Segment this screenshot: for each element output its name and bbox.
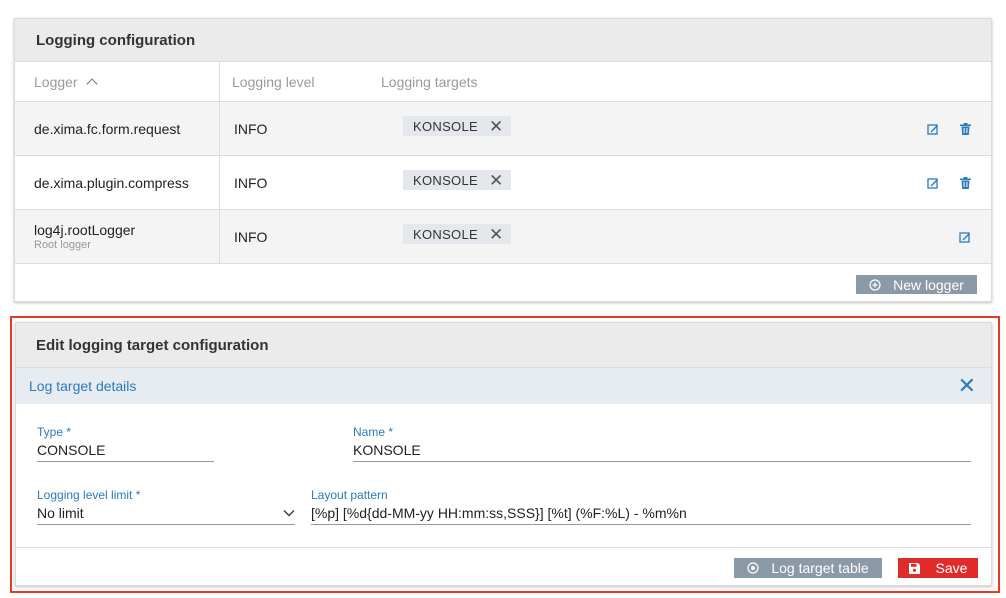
targets-cell: KONSOLE ✕ xyxy=(391,210,911,263)
table-row[interactable]: de.xima.fc.form.request INFO KONSOLE ✕ xyxy=(15,102,991,156)
edit-logging-target-panel: Edit logging target configuration Log ta… xyxy=(15,322,992,586)
footer-divider xyxy=(16,547,991,548)
layout-pattern-field[interactable]: Layout pattern [%p] [%d{dd-MM-yy HH:mm:s… xyxy=(311,488,971,525)
targets-cell: KONSOLE ✕ xyxy=(391,156,911,209)
circle-dot-icon xyxy=(747,562,759,574)
logger-cell: de.xima.fc.form.request xyxy=(15,102,220,155)
column-header-level[interactable]: Logging level xyxy=(220,62,381,101)
edit-icon[interactable] xyxy=(924,174,942,192)
logger-name: de.xima.fc.form.request xyxy=(34,120,181,137)
column-header-targets[interactable]: Logging targets xyxy=(381,62,991,101)
level-limit-select[interactable]: No limit xyxy=(37,505,295,525)
remove-chip-icon[interactable]: ✕ xyxy=(489,172,504,189)
remove-chip-icon[interactable]: ✕ xyxy=(489,118,504,135)
logger-cell: log4j.rootLogger Root logger xyxy=(15,210,220,263)
level-limit-field[interactable]: Logging level limit * No limit xyxy=(37,488,295,525)
panel-header: Logging configuration xyxy=(15,19,991,62)
logger-name: de.xima.plugin.compress xyxy=(34,174,189,191)
logger-table: Logger Logging level Logging targets de.… xyxy=(15,62,991,264)
chevron-down-icon xyxy=(283,509,295,517)
log-target-table-button[interactable]: Log target table xyxy=(734,558,882,578)
type-field[interactable]: Type * CONSOLE xyxy=(37,425,214,462)
save-button[interactable]: Save xyxy=(898,558,978,578)
edit-icon[interactable] xyxy=(956,228,974,246)
panel-title: Logging configuration xyxy=(36,31,196,49)
type-label: Type * xyxy=(37,425,72,439)
logger-cell: de.xima.plugin.compress xyxy=(15,156,220,209)
name-field[interactable]: Name * KONSOLE xyxy=(353,425,971,462)
layout-pattern-input[interactable]: [%p] [%d{dd-MM-yy HH:mm:ss,SSS}] [%t] (%… xyxy=(311,505,971,525)
level-cell: INFO xyxy=(234,120,268,137)
level-limit-label: Logging level limit * xyxy=(37,488,141,502)
close-icon[interactable]: ✕ xyxy=(958,375,976,397)
table-header: Logger Logging level Logging targets xyxy=(15,62,991,102)
row-actions xyxy=(911,102,991,155)
log-target-details-header: Log target details ✕ xyxy=(16,368,991,404)
logging-configuration-panel: Logging configuration Logger Logging lev… xyxy=(14,18,992,302)
new-logger-button[interactable]: New logger xyxy=(856,275,977,294)
targets-cell: KONSOLE ✕ xyxy=(391,102,911,155)
logger-subtitle: Root logger xyxy=(34,239,91,251)
target-chip: KONSOLE ✕ xyxy=(403,224,511,244)
layout-pattern-label: Layout pattern xyxy=(311,488,388,502)
type-input[interactable]: CONSOLE xyxy=(37,442,214,462)
row-actions xyxy=(911,210,991,263)
edit-icon[interactable] xyxy=(924,120,942,138)
name-label: Name * xyxy=(353,425,394,439)
plus-circle-icon xyxy=(869,278,881,291)
panel-title: Edit logging target configuration xyxy=(36,336,269,354)
remove-chip-icon[interactable]: ✕ xyxy=(489,226,504,243)
row-actions xyxy=(911,156,991,209)
delete-icon[interactable] xyxy=(956,174,974,192)
delete-icon[interactable] xyxy=(956,120,974,138)
floppy-disk-icon xyxy=(908,562,920,574)
target-chip: KONSOLE ✕ xyxy=(403,116,511,136)
column-header-logger[interactable]: Logger xyxy=(15,62,220,101)
chevron-up-icon xyxy=(85,77,98,90)
logger-name: log4j.rootLogger xyxy=(34,222,136,238)
target-chip: KONSOLE ✕ xyxy=(403,170,511,190)
level-cell: INFO xyxy=(234,228,268,245)
level-cell: INFO xyxy=(234,174,268,191)
table-row[interactable]: de.xima.plugin.compress INFO KONSOLE ✕ xyxy=(15,156,991,210)
panel-header: Edit logging target configuration xyxy=(16,323,991,368)
table-row[interactable]: log4j.rootLogger Root logger INFO KONSOL… xyxy=(15,210,991,264)
name-input[interactable]: KONSOLE xyxy=(353,442,971,462)
subheader-title: Log target details xyxy=(29,378,137,394)
